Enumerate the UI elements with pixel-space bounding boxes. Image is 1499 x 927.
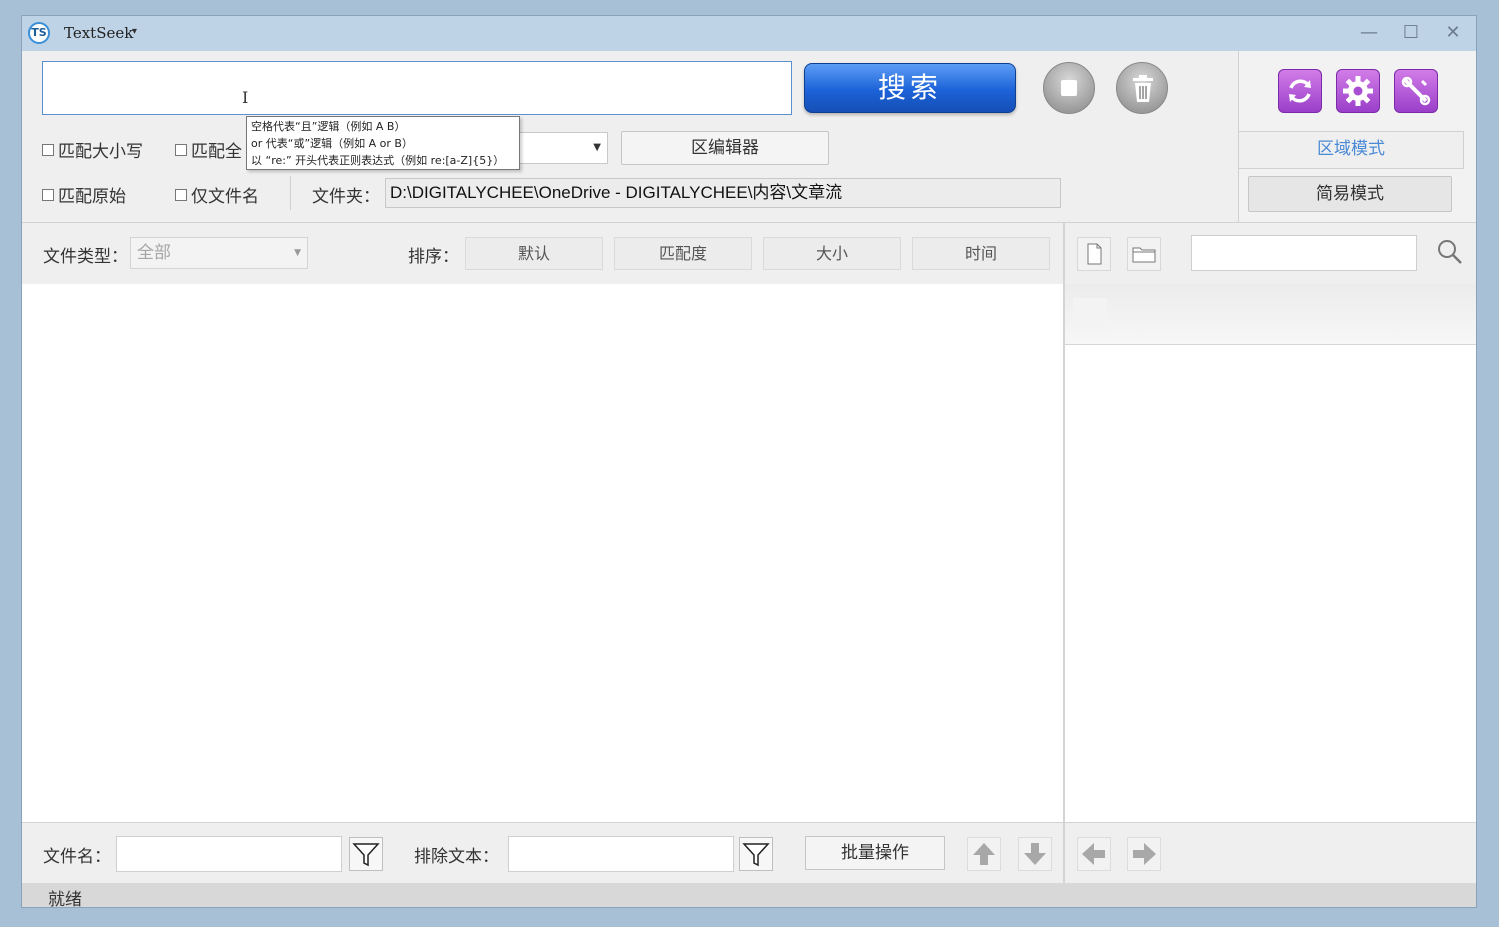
sort-relevance-button[interactable]: 匹配度 — [614, 237, 752, 270]
divider — [290, 176, 291, 210]
stop-button[interactable] — [1043, 62, 1095, 114]
simple-mode-button[interactable]: 简易模式 — [1248, 176, 1452, 212]
app-logo-icon: TS — [28, 22, 50, 44]
match-whole-checkbox[interactable]: 匹配全 — [175, 137, 242, 162]
preview-toolbar — [1064, 222, 1476, 285]
open-folder-button[interactable] — [1127, 237, 1161, 271]
checkbox-box[interactable] — [42, 189, 54, 201]
app-window: TS TextSeek ▾ — ☐ ✕ I 搜索 区域模式 简易模式 匹配大小写… — [21, 15, 1477, 908]
file-icon — [1087, 243, 1102, 265]
arrow-right-icon — [1133, 843, 1156, 865]
gear-icon — [1343, 76, 1373, 106]
refresh-button[interactable] — [1278, 69, 1322, 113]
close-button[interactable]: ✕ — [1438, 21, 1468, 45]
filter-sort-bar: 文件类型： 全部 ▼ 排序： 默认 匹配度 大小 时间 — [22, 222, 1064, 285]
dropdown-arrow-icon: ▼ — [593, 142, 601, 153]
batch-operation-button[interactable]: 批量操作 — [805, 836, 945, 870]
move-up-button[interactable] — [967, 837, 1001, 871]
dropdown-arrow-icon: ▼ — [294, 248, 301, 258]
results-list[interactable] — [22, 284, 1064, 822]
arrow-left-icon — [1082, 843, 1105, 865]
status-bar: 就绪 — [22, 883, 1476, 908]
funnel-icon — [742, 843, 770, 867]
arrow-up-icon — [973, 843, 995, 865]
file-type-select[interactable]: 全部 ▼ — [130, 237, 308, 269]
filename-only-label: 仅文件名 — [191, 187, 259, 207]
exclude-text-label: 排除文本： — [414, 847, 499, 867]
next-match-button[interactable] — [1127, 837, 1161, 871]
title-menu-caret-icon[interactable]: ▾ — [132, 26, 137, 37]
folder-label: 文件夹： — [312, 187, 380, 207]
region-mode-tab[interactable]: 区域模式 — [1238, 131, 1464, 169]
folder-path-field[interactable]: D:\DIGITALYCHEE\OneDrive - DIGITALYCHEE\… — [385, 178, 1061, 208]
match-whole-label: 匹配全 — [191, 142, 242, 162]
filename-only-checkbox[interactable]: 仅文件名 — [175, 182, 259, 207]
match-original-checkbox[interactable]: 匹配原始 — [42, 182, 126, 207]
trash-icon — [1133, 75, 1153, 102]
tooltip-line: 空格代表“且”逻辑（例如 A B） — [251, 120, 406, 133]
search-input[interactable] — [42, 61, 792, 115]
maximize-button[interactable]: ☐ — [1396, 21, 1426, 45]
folder-icon — [1132, 247, 1156, 263]
move-down-button[interactable] — [1018, 837, 1052, 871]
exclude-filter-button[interactable] — [739, 837, 773, 871]
tools-icon — [1401, 76, 1431, 106]
tooltip-line: or 代表“或”逻辑（例如 A or B） — [251, 137, 413, 150]
filename-filter-label: 文件名： — [43, 847, 111, 867]
preview-header — [1065, 284, 1476, 345]
settings-button[interactable] — [1336, 69, 1380, 113]
open-file-button[interactable] — [1077, 237, 1111, 271]
search-syntax-tooltip: 空格代表“且”逻辑（例如 A B） or 代表“或”逻辑（例如 A or B） … — [246, 116, 520, 170]
sort-default-button[interactable]: 默认 — [465, 237, 603, 270]
title-bar: TS TextSeek ▾ — ☐ ✕ — [22, 16, 1476, 51]
search-button[interactable]: 搜索 — [804, 63, 1016, 113]
search-icon — [1438, 240, 1462, 264]
divider — [1063, 823, 1065, 884]
match-original-label: 匹配原始 — [58, 187, 126, 207]
pane-splitter[interactable] — [1063, 222, 1065, 884]
preview-search-input[interactable] — [1191, 235, 1417, 271]
stop-icon — [1061, 80, 1077, 96]
funnel-icon — [352, 843, 380, 867]
refresh-icon — [1289, 79, 1311, 103]
filename-filter-input[interactable] — [116, 836, 342, 872]
file-type-label: 文件类型： — [43, 247, 128, 267]
status-text: 就绪 — [48, 890, 82, 908]
arrow-down-icon — [1024, 843, 1046, 865]
match-case-checkbox[interactable]: 匹配大小写 — [42, 137, 143, 162]
checkbox-box[interactable] — [42, 144, 54, 156]
minimize-button[interactable]: — — [1354, 21, 1384, 45]
sort-label: 排序： — [408, 247, 459, 267]
match-case-label: 匹配大小写 — [58, 142, 143, 162]
preview-thumbnail — [1073, 298, 1107, 330]
tools-button[interactable] — [1394, 69, 1438, 113]
tooltip-line: 以 “re:” 开头代表正则表达式（例如 re:[a-Z]{5}） — [251, 154, 505, 167]
checkbox-box[interactable] — [175, 144, 187, 156]
clear-button[interactable] — [1116, 62, 1168, 114]
filename-filter-button[interactable] — [349, 837, 383, 871]
search-scope-dropdown[interactable]: ▼ — [512, 132, 608, 164]
exclude-text-input[interactable] — [508, 836, 734, 872]
sort-time-button[interactable]: 时间 — [912, 237, 1050, 270]
text-cursor-icon: I — [242, 88, 249, 107]
app-title[interactable]: TextSeek — [64, 24, 133, 42]
preview-pane[interactable] — [1065, 345, 1476, 822]
region-editor-button[interactable]: 区编辑器 — [621, 131, 829, 165]
file-type-value: 全部 — [137, 243, 171, 263]
preview-search-button[interactable] — [1433, 235, 1467, 269]
previous-match-button[interactable] — [1077, 837, 1111, 871]
sort-size-button[interactable]: 大小 — [763, 237, 901, 270]
bottom-filter-bar: 文件名： 排除文本： 批量操作 — [22, 822, 1476, 884]
checkbox-box[interactable] — [175, 189, 187, 201]
